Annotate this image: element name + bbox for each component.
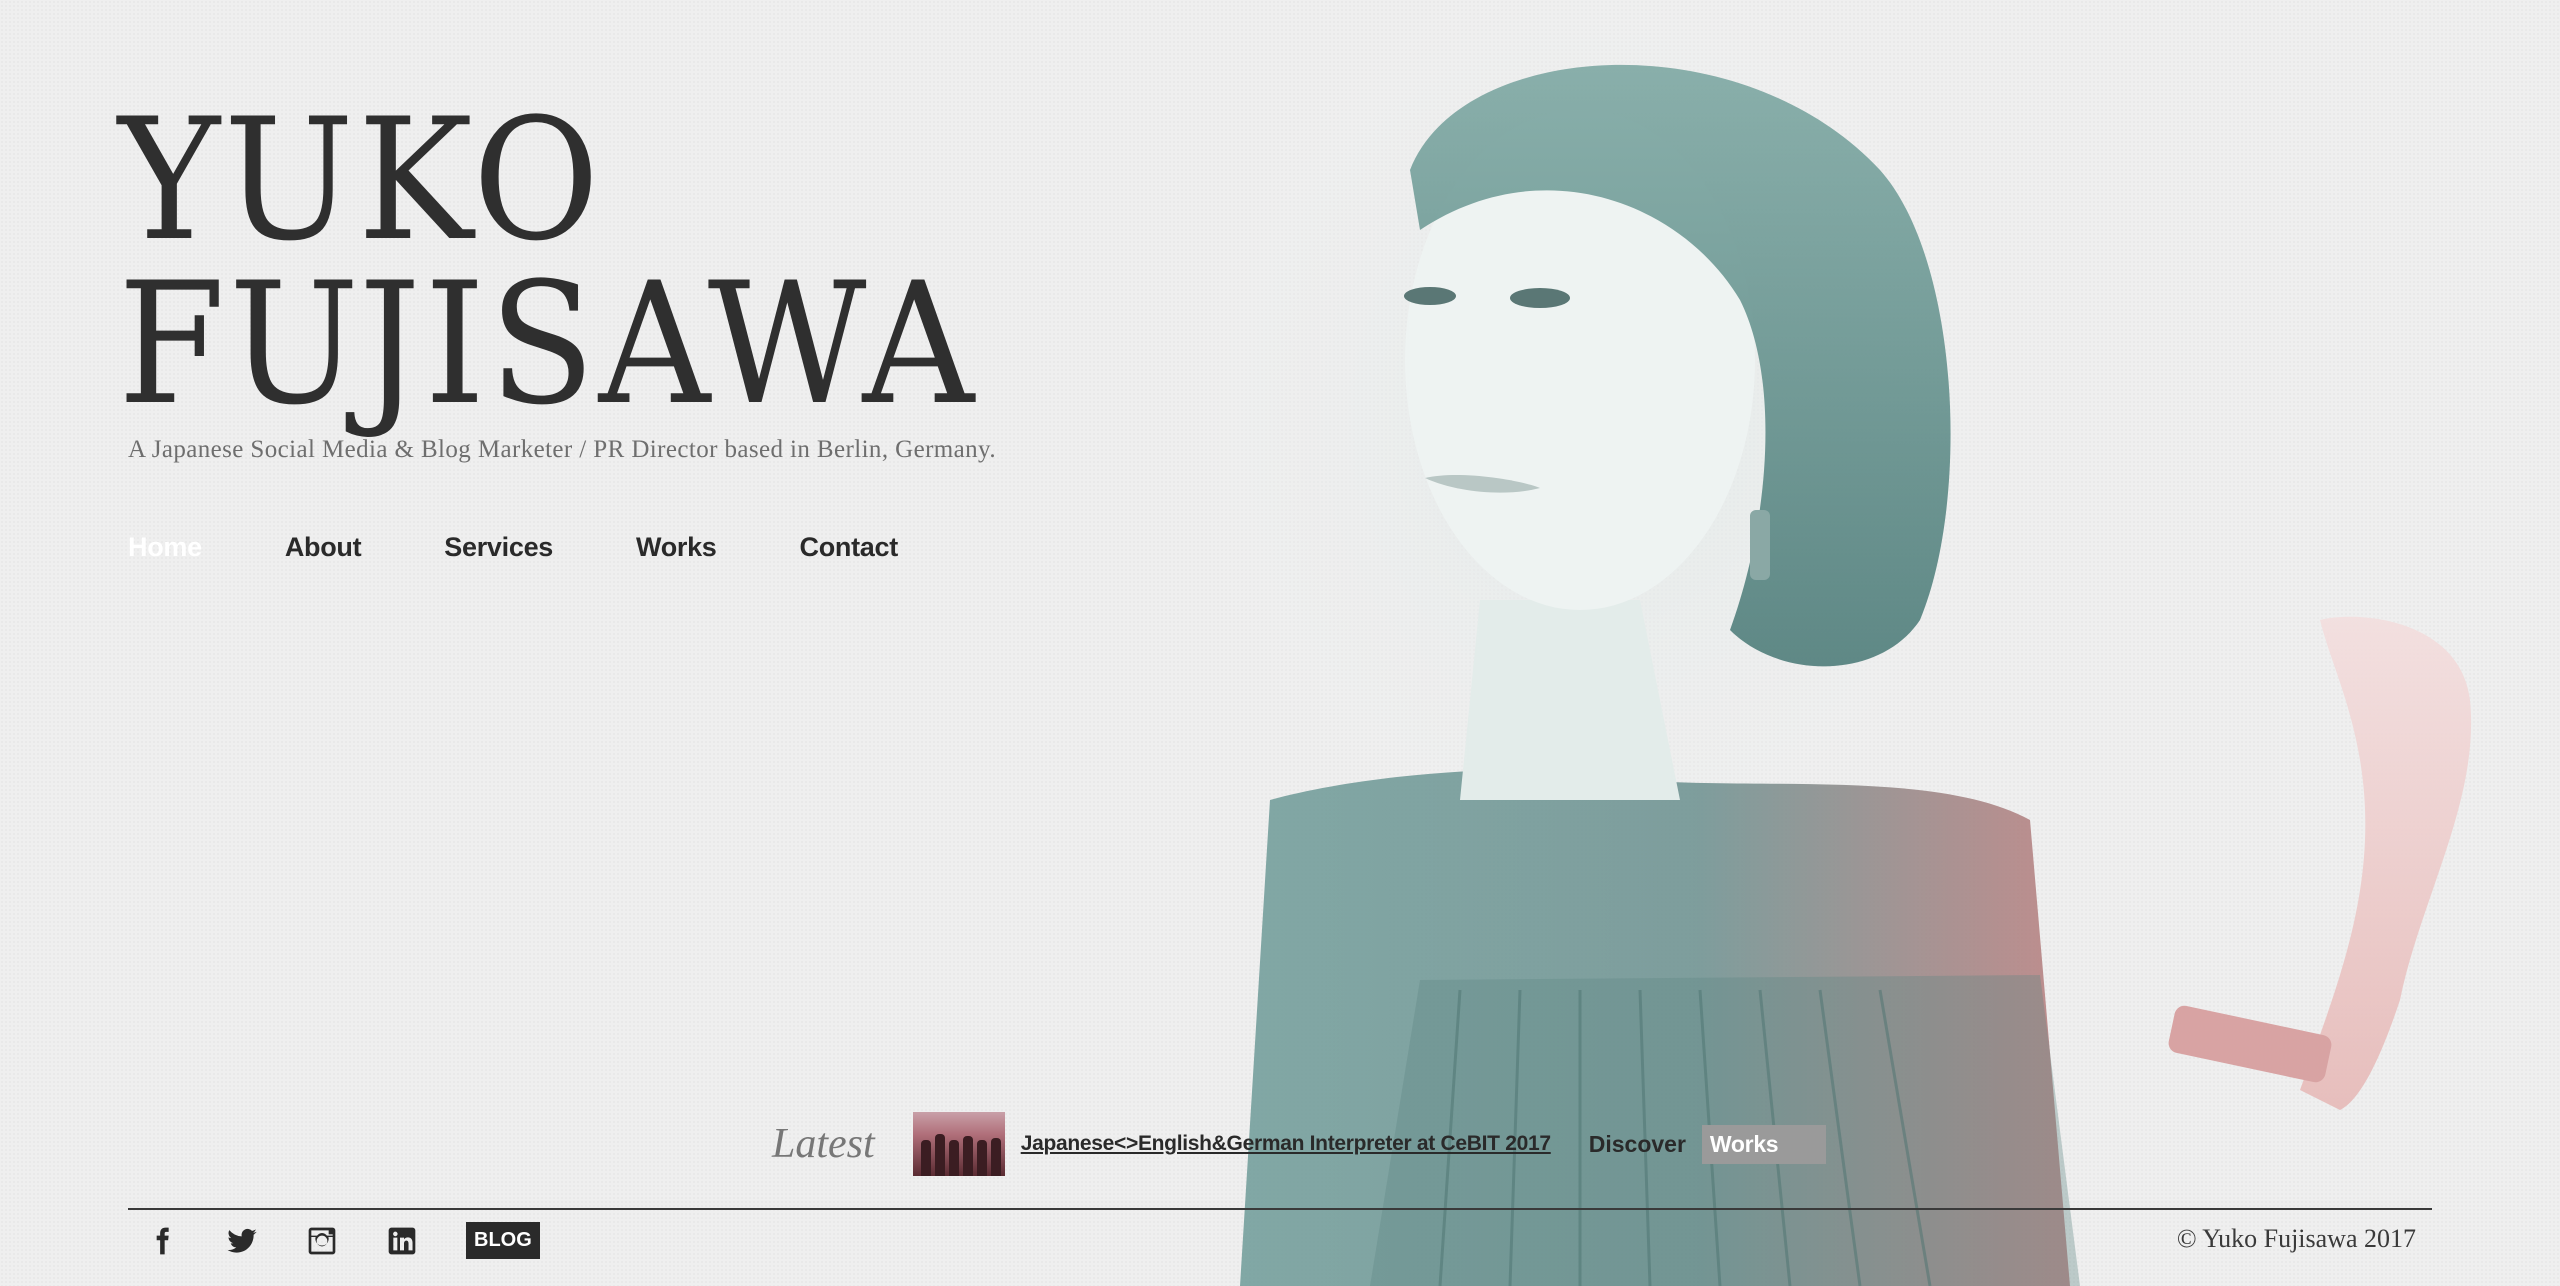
hero-portrait-image — [1040, 0, 2560, 1286]
footer-divider — [128, 1208, 2432, 1210]
main-nav: Home About Services Works Contact — [128, 532, 981, 563]
linkedin-icon[interactable] — [384, 1223, 420, 1259]
nav-item-works[interactable]: Works — [636, 532, 717, 563]
copyright-text: © Yuko Fujisawa 2017 — [2176, 1224, 2416, 1253]
instagram-icon[interactable] — [304, 1223, 340, 1259]
nav-item-contact[interactable]: Contact — [800, 532, 899, 563]
facebook-icon[interactable] — [144, 1223, 180, 1259]
site-title-line1: YUKO — [118, 82, 604, 278]
latest-post-link[interactable]: Japanese<>English&German Interpreter at … — [1021, 1132, 1551, 1156]
nav-item-home[interactable]: Home — [128, 532, 202, 563]
latest-strip: Latest Japanese<>English&German Interpre… — [772, 1112, 1827, 1176]
blog-button[interactable]: BLOG — [466, 1222, 540, 1259]
nav-item-services[interactable]: Services — [444, 532, 553, 563]
twitter-icon[interactable] — [224, 1223, 260, 1259]
latest-label: Latest — [772, 1121, 875, 1167]
nav-item-about[interactable]: About — [285, 532, 362, 563]
latest-post-thumbnail[interactable] — [912, 1112, 1005, 1176]
social-links: BLOG — [144, 1222, 540, 1259]
site-title-line2: FUJISAWA — [118, 246, 978, 442]
site-tagline: A Japanese Social Media & Blog Marketer … — [128, 436, 996, 463]
site-title: YUKO FUJISAWA — [118, 82, 978, 442]
discover-works-button[interactable]: Works — [1701, 1124, 1827, 1164]
discover-label: Discover — [1588, 1130, 1686, 1157]
